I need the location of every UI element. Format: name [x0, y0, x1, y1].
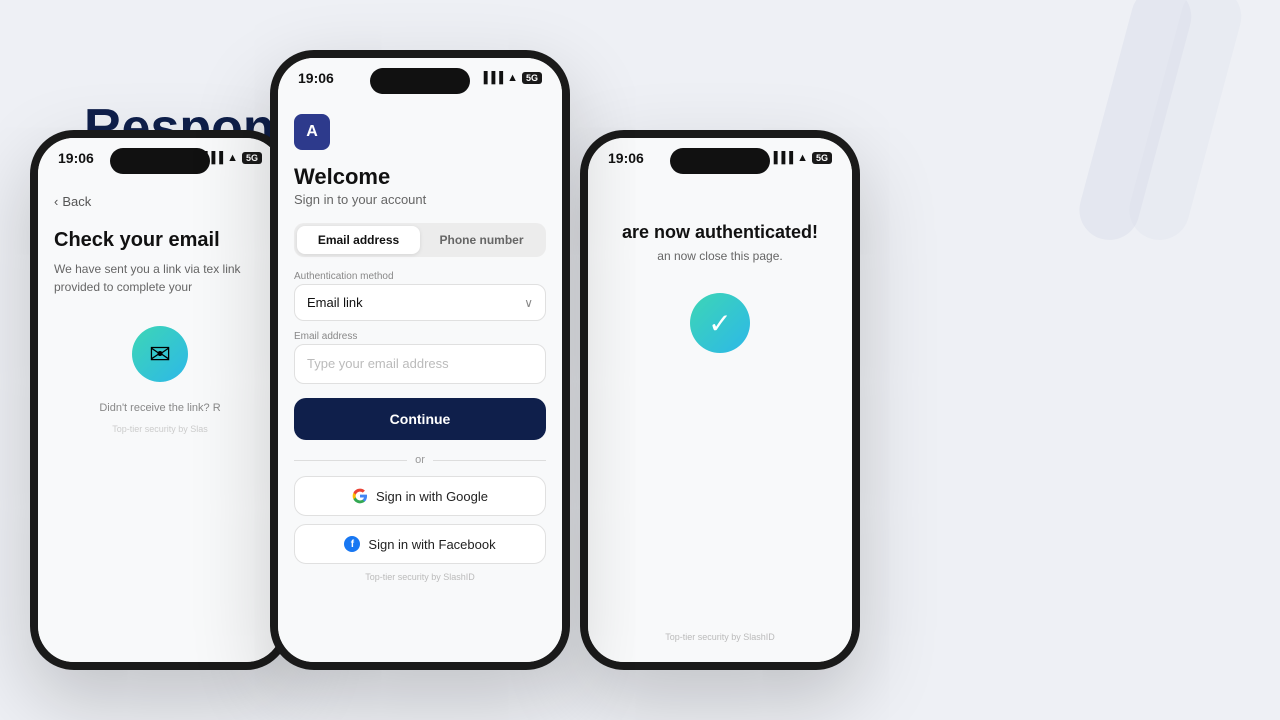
auth-title-text: are now authenticated!	[622, 222, 818, 242]
google-signin-button[interactable]: Sign in with Google	[294, 476, 546, 516]
app-icon: A	[294, 114, 330, 150]
auth-method-dropdown[interactable]: Email link ∨	[294, 284, 546, 321]
tab-email[interactable]: Email address	[297, 226, 420, 254]
success-check-circle: ✓	[690, 293, 750, 353]
or-line-left	[294, 460, 407, 461]
google-label: Sign in with Google	[376, 489, 488, 504]
auth-method-value: Email link	[307, 295, 363, 310]
main-phone-content: A Welcome Sign in to your account Email …	[278, 102, 562, 662]
status-icons-main: ▐▐▐ ▲ 5G	[480, 72, 542, 84]
facebook-icon: f	[344, 536, 360, 552]
back-chevron-icon: ‹	[54, 194, 58, 209]
status-bar-main: 19:06 ▐▐▐ ▲ 5G	[278, 58, 562, 92]
wifi-icon: ▲	[227, 152, 238, 164]
left-phone-content: ‹ Back Check your email We have sent you…	[38, 182, 282, 662]
dropdown-arrow-icon: ∨	[524, 296, 533, 310]
app-icon-letter: A	[306, 123, 318, 141]
right-footer-security: Top-tier security by SlashID	[665, 632, 775, 642]
dynamic-island-left	[110, 148, 210, 174]
signal-icon-main: ▐▐▐	[480, 72, 503, 84]
google-icon	[352, 488, 368, 504]
checkmark-icon: ✓	[708, 307, 731, 340]
facebook-signin-button[interactable]: f Sign in with Facebook	[294, 524, 546, 564]
facebook-label: Sign in with Facebook	[368, 537, 495, 552]
or-line-right	[433, 460, 546, 461]
auth-subtitle: an now close this page.	[657, 249, 782, 263]
right-phone-content: are now authenticated! an now close this…	[588, 182, 852, 662]
check-email-description: We have sent you a link via tex link pro…	[54, 260, 266, 296]
battery-icon-right: 5G	[812, 152, 832, 164]
welcome-subtitle: Sign in to your account	[294, 192, 546, 207]
email-input-label: Email address	[294, 331, 546, 342]
email-icon: ✉	[149, 339, 171, 370]
status-bar-left: 19:06 ▐▐▐ ▲ 5G	[38, 138, 282, 172]
signal-icon-right: ▐▐▐	[770, 152, 793, 164]
phone-left: 19:06 ▐▐▐ ▲ 5G ‹ Back Check your email W…	[30, 130, 290, 670]
battery-icon: 5G	[242, 152, 262, 164]
status-icons-right: ▐▐▐ ▲ 5G	[770, 152, 832, 164]
status-time-right: 19:06	[608, 150, 644, 166]
auth-method-label: Authentication method	[294, 271, 546, 282]
or-divider: or	[294, 454, 546, 466]
wifi-icon-main: ▲	[507, 72, 518, 84]
or-text: or	[415, 454, 425, 466]
back-button[interactable]: ‹ Back	[54, 194, 266, 209]
email-input-field[interactable]: Type your email address	[294, 344, 546, 384]
main-footer-security: Top-tier security by SlashID	[294, 572, 546, 582]
wifi-icon-right: ▲	[797, 152, 808, 164]
status-bar-right: 19:06 ▐▐▐ ▲ 5G	[588, 138, 852, 172]
bg-decoration	[960, 0, 1280, 400]
tab-phone[interactable]: Phone number	[420, 226, 543, 254]
dynamic-island-right	[670, 148, 770, 174]
left-footer-security: Top-tier security by Slas	[54, 424, 266, 434]
email-placeholder: Type your email address	[307, 356, 449, 371]
continue-button[interactable]: Continue	[294, 398, 546, 440]
email-icon-circle: ✉	[132, 326, 188, 382]
phone-main: 19:06 ▐▐▐ ▲ 5G A Welcome Sign in to your…	[270, 50, 570, 670]
welcome-title: Welcome	[294, 164, 546, 190]
check-email-title: Check your email	[54, 229, 266, 252]
resend-link[interactable]: Didn't receive the link? R	[54, 402, 266, 414]
auth-tabs: Email address Phone number	[294, 223, 546, 257]
auth-success-title: are now authenticated!	[622, 222, 818, 243]
status-time-main: 19:06	[298, 70, 334, 86]
back-label: Back	[62, 194, 91, 209]
phone-right: 19:06 ▐▐▐ ▲ 5G are now authenticated! an…	[580, 130, 860, 670]
status-time-left: 19:06	[58, 150, 94, 166]
dynamic-island-main	[370, 68, 470, 94]
battery-icon-main: 5G	[522, 72, 542, 84]
